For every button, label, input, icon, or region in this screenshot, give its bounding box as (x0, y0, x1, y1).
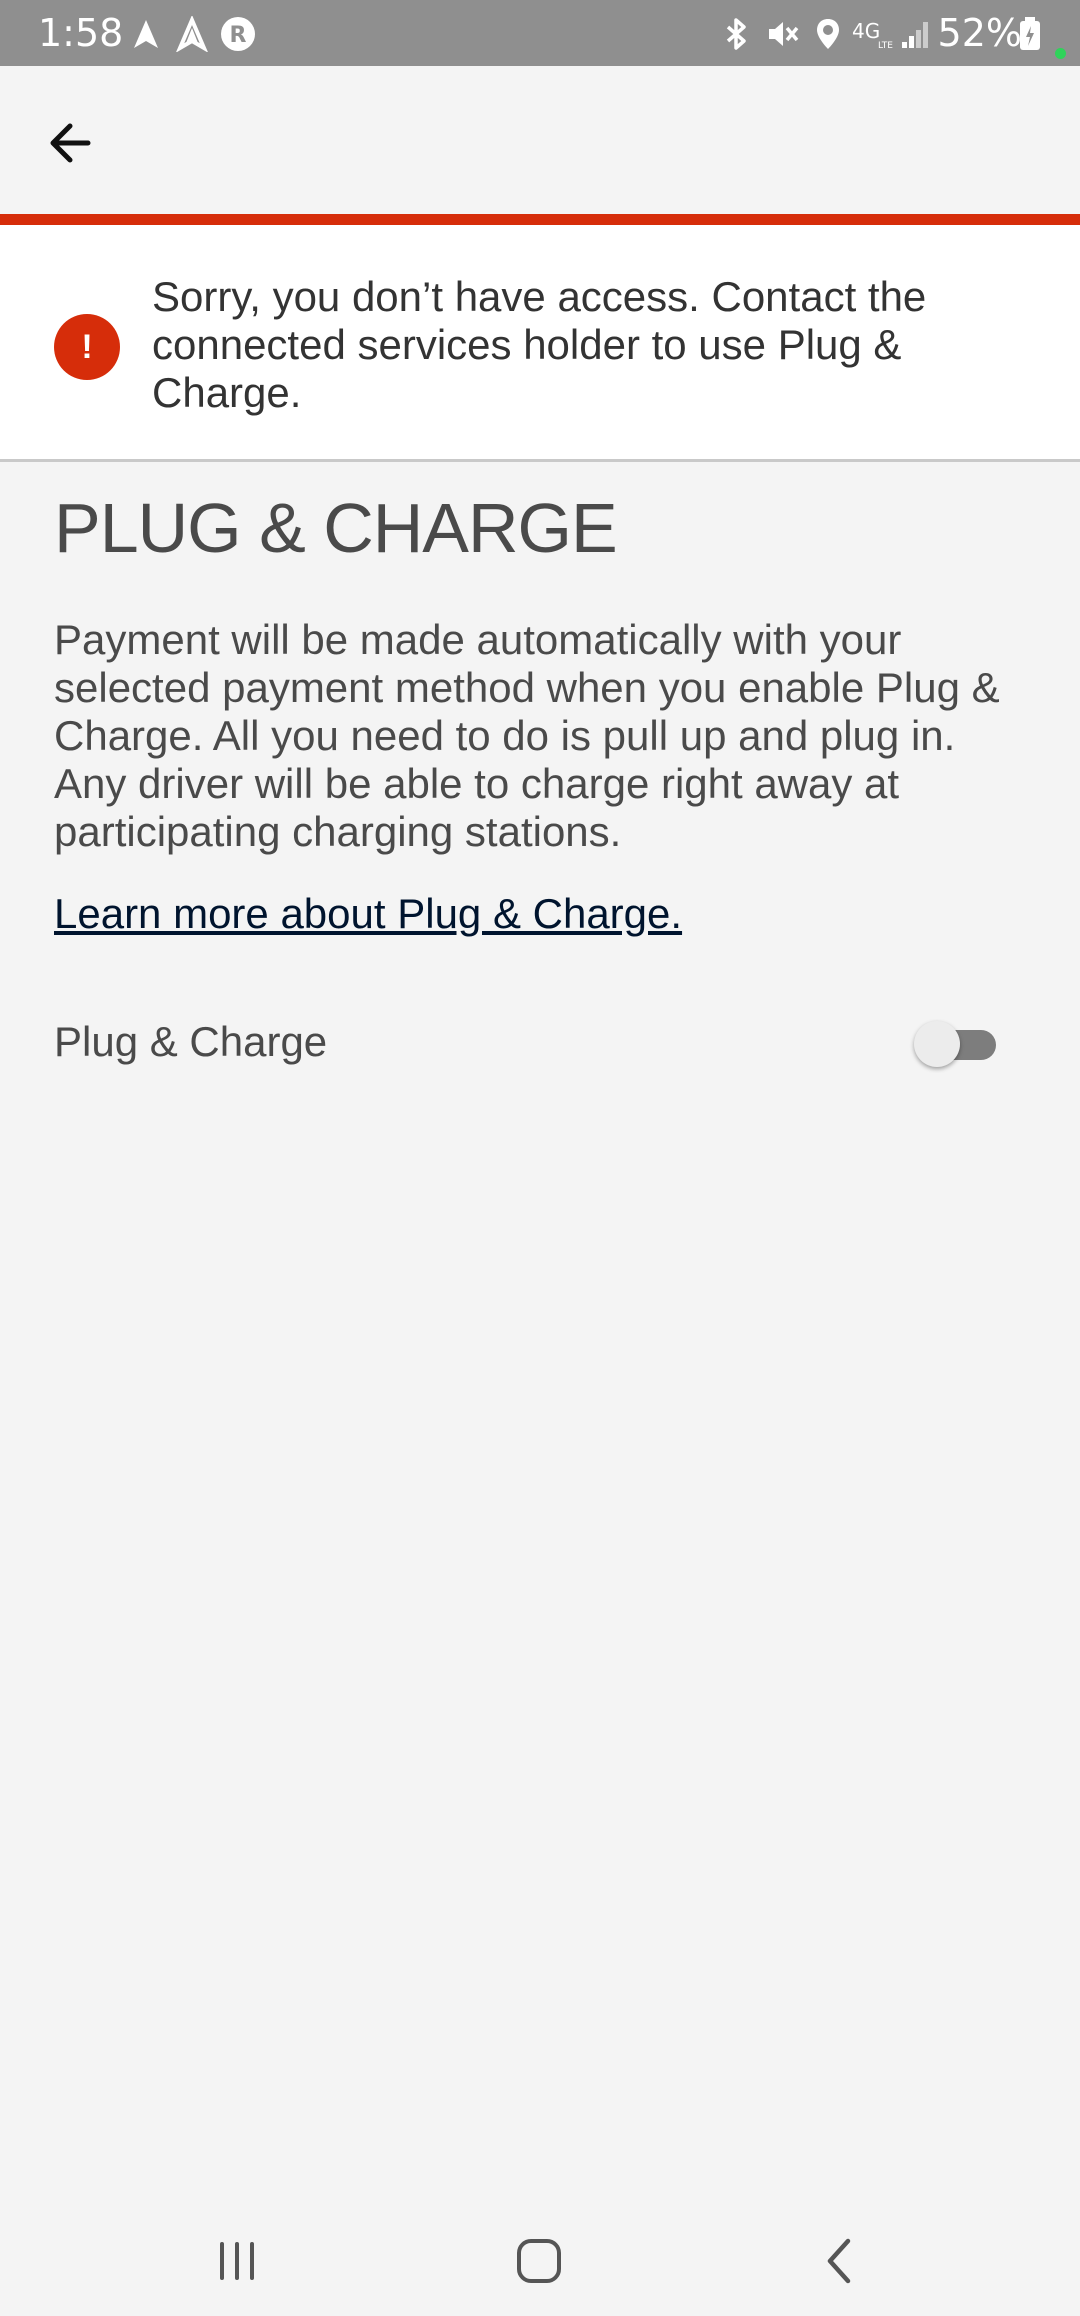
location-icon (817, 19, 839, 49)
learn-more-link[interactable]: Learn more about Plug & Charge. (54, 888, 682, 940)
navigation-arrow-icon (134, 20, 158, 48)
status-time: 1:58 (38, 11, 124, 55)
toggle-thumb (914, 1021, 960, 1067)
privacy-indicator-dot (1055, 48, 1066, 59)
svg-text:LTE: LTE (878, 41, 893, 51)
back-icon[interactable] (806, 2226, 876, 2296)
page-title: PLUG & CHARGE (54, 489, 618, 567)
mute-icon (769, 22, 799, 46)
battery-icon (1020, 17, 1040, 50)
signal-icon (902, 22, 928, 48)
alert-message: Sorry, you don’t have access. Contact th… (152, 273, 927, 416)
home-icon[interactable] (504, 2226, 574, 2296)
bluetooth-icon (726, 18, 746, 50)
error-icon: ! (54, 314, 120, 380)
app-bar (0, 66, 1080, 216)
svg-text:R: R (230, 23, 247, 48)
plug-charge-description: Payment will be made automatically with … (54, 616, 1000, 855)
battery-percentage: 52% (937, 11, 1022, 55)
plug-charge-toggle[interactable] (914, 1019, 1004, 1069)
arrow-left-icon[interactable] (40, 110, 106, 176)
status-bar: 1:58 R 4G LTE 52% (0, 0, 1080, 66)
r-app-icon: R (221, 17, 255, 51)
navigation-outline-icon (176, 16, 208, 52)
plug-charge-setting-row: Plug & Charge (54, 1015, 1004, 1069)
alert-accent-bar (0, 214, 1080, 225)
4g-lte-icon: 4G LTE (852, 19, 893, 51)
access-denied-alert: ! Sorry, you don’t have access. Contact … (0, 225, 1080, 462)
recent-apps-icon[interactable] (202, 2226, 272, 2296)
svg-text:4G: 4G (852, 19, 880, 43)
plug-charge-toggle-label: Plug & Charge (54, 1018, 328, 1065)
system-navigation-bar (0, 2196, 1080, 2316)
